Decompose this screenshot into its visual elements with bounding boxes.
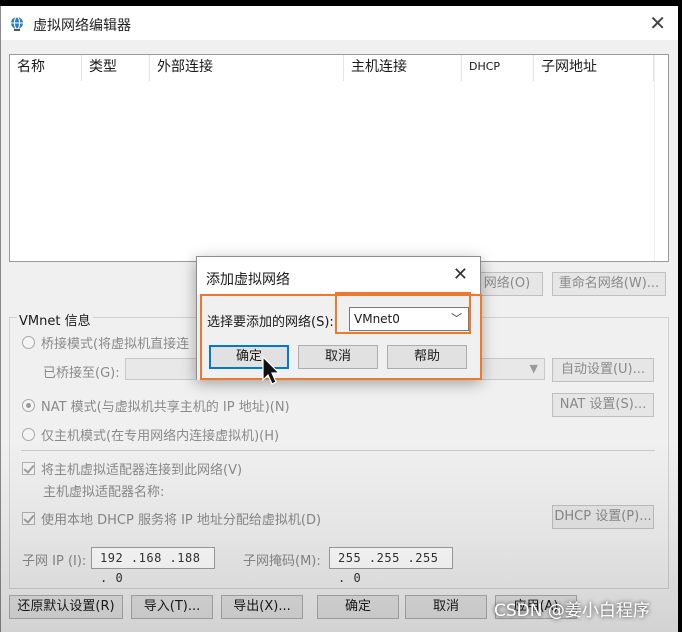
dialog-close-icon[interactable]: ✕: [453, 264, 468, 285]
column-header-name[interactable]: 名称: [10, 55, 82, 81]
dialog-cancel-button[interactable]: 取消: [298, 345, 378, 369]
network-select[interactable]: VMnet0 ﹀: [349, 307, 469, 331]
network-select-value: VMnet0: [354, 312, 400, 326]
dialog-body: 选择要添加的网络(S): VMnet0 ﹀ 确定 取消 帮助: [197, 295, 480, 380]
use-dhcp-label: 使用本地 DHCP 服务将 IP 地址分配给虚拟机(D): [41, 513, 322, 528]
bridge-mode-label: 桥接模式(将虚拟机直接连: [41, 337, 190, 352]
column-header-type[interactable]: 类型: [82, 55, 150, 81]
use-dhcp-checkbox[interactable]: [22, 512, 35, 525]
add-virtual-network-dialog: 添加虚拟网络 ✕ 选择要添加的网络(S): VMnet0 ﹀ 确定 取消 帮助: [196, 256, 481, 380]
vmnet-info-title: VMnet 信息: [17, 310, 93, 329]
cancel-button[interactable]: 取消: [405, 595, 487, 619]
bridged-to-label: 已桥接至(G):: [43, 366, 120, 381]
dhcp-settings-button[interactable]: DHCP 设置(P)...: [552, 505, 654, 529]
subnet-mask-input[interactable]: 255 .255 .255 . 0: [329, 547, 453, 585]
nat-settings-button[interactable]: NAT 设置(S)...: [552, 393, 654, 417]
title-bar: 虚拟网络编辑器 ✕: [1, 6, 678, 40]
list-scrollbar[interactable]: [654, 55, 668, 261]
window-title: 虚拟网络编辑器: [33, 18, 131, 34]
dialog-help-button[interactable]: 帮助: [387, 345, 467, 369]
mouse-cursor-icon: [262, 356, 281, 385]
nat-mode-label: NAT 模式(与虚拟机共享主机的 IP 地址)(N): [41, 400, 290, 415]
connect-adapter-checkbox[interactable]: [22, 462, 35, 475]
connect-adapter-label: 将主机虚拟适配器连接到此网络(V): [41, 463, 243, 478]
network-list[interactable]: 名称 类型 外部连接 主机连接 DHCP 子网地址: [9, 54, 669, 262]
list-header: 名称 类型 外部连接 主机连接 DHCP 子网地址: [10, 55, 668, 81]
dialog-title: 添加虚拟网络: [206, 272, 290, 288]
ok-button[interactable]: 确定: [317, 595, 399, 619]
watermark: CSDN @姜小白程序: [494, 601, 650, 621]
nat-mode-radio[interactable]: [22, 399, 35, 412]
close-icon[interactable]: ✕: [649, 12, 666, 34]
subnet-mask-label: 子网掩码(M):: [243, 554, 321, 569]
separator: [21, 450, 655, 451]
auto-settings-button[interactable]: 自动设置(U)...: [552, 358, 654, 382]
column-header-dhcp[interactable]: DHCP: [462, 55, 534, 81]
export-button[interactable]: 导出(X)...: [221, 595, 303, 619]
import-button[interactable]: 导入(T)...: [131, 595, 213, 619]
rename-network-button[interactable]: 重命名网络(W)...: [552, 272, 666, 296]
bridge-mode-radio[interactable]: [22, 336, 35, 349]
host-only-radio[interactable]: [22, 428, 35, 441]
chevron-down-icon: ▼: [529, 362, 538, 375]
network-globe-icon: [11, 16, 23, 31]
chevron-down-icon: ﹀: [451, 312, 462, 325]
column-header-subnet[interactable]: 子网地址: [534, 55, 654, 81]
adapter-name-label: 主机虚拟适配器名称:: [43, 485, 165, 500]
host-only-label: 仅主机模式(在专用网络内连接虚拟机)(H): [41, 429, 280, 444]
column-header-external[interactable]: 外部连接: [150, 55, 344, 81]
column-header-host[interactable]: 主机连接: [344, 55, 462, 81]
subnet-ip-label: 子网 IP (I):: [22, 554, 87, 569]
subnet-ip-input[interactable]: 192 .168 .188 . 0: [91, 547, 215, 585]
remove-network-button[interactable]: 网络(O): [471, 272, 543, 296]
restore-defaults-button[interactable]: 还原默认设置(R): [9, 595, 123, 619]
network-select-label: 选择要添加的网络(S):: [207, 315, 334, 330]
